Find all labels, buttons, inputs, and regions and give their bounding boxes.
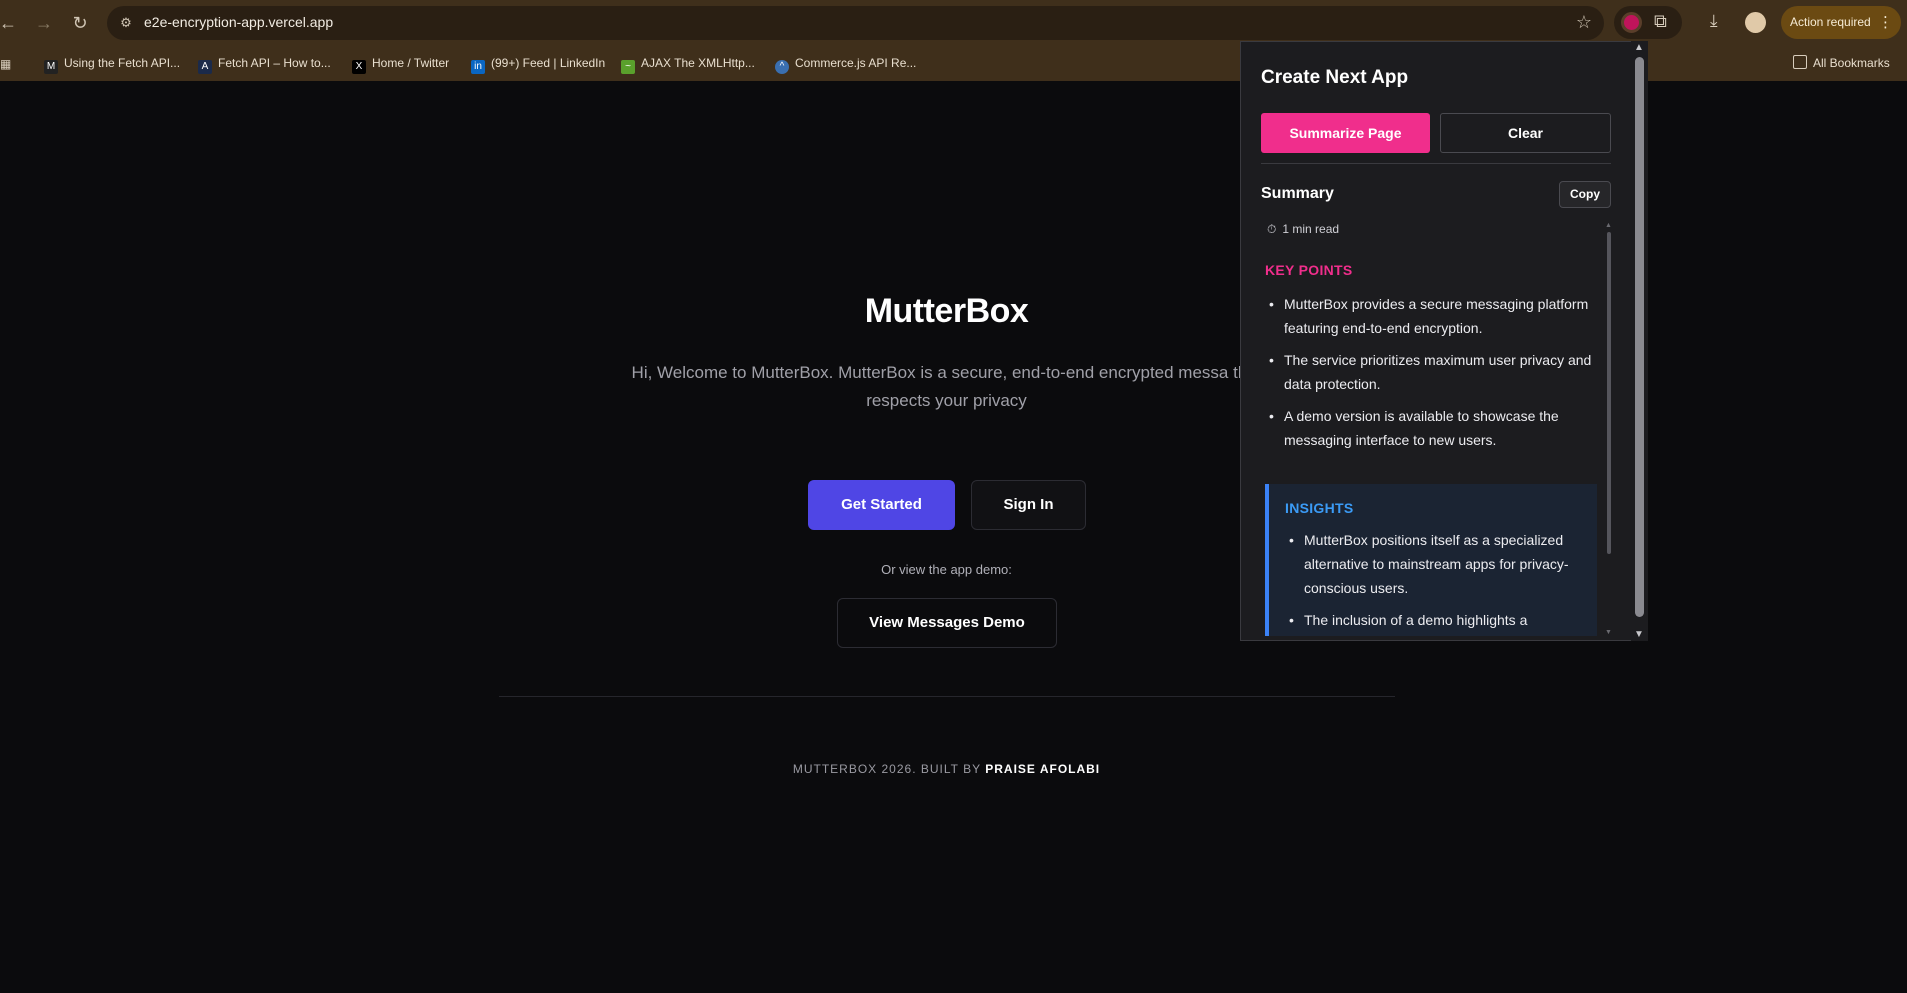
profile-avatar-icon[interactable]: [1745, 12, 1766, 33]
page-footer: MUTTERBOX 2026. BUILT BY PRAISE AFOLABI: [0, 762, 1893, 776]
commercejs-favicon-icon: ^: [775, 60, 789, 74]
sign-in-button[interactable]: Sign In: [971, 480, 1086, 530]
popup-scroll-thumb[interactable]: [1635, 57, 1644, 617]
bookmark-item[interactable]: in (99+) Feed | LinkedIn: [471, 54, 606, 74]
bookmark-label: Commerce.js API Re...: [795, 56, 917, 70]
get-started-button[interactable]: Get Started: [808, 480, 955, 530]
list-item: The service prioritizes maximum user pri…: [1265, 348, 1595, 396]
mdn-favicon-icon: M: [44, 60, 58, 74]
popup-title: Create Next App: [1261, 67, 1409, 88]
summary-scroll-thumb[interactable]: [1607, 232, 1611, 554]
footer-author: PRAISE AFOLABI: [985, 762, 1101, 776]
list-item: The inclusion of a demo highlights a: [1285, 608, 1595, 632]
bookmark-label: Home / Twitter: [372, 56, 450, 70]
freecodecamp-favicon-icon: A: [198, 60, 212, 74]
folder-icon: [1793, 55, 1807, 69]
scroll-up-icon[interactable]: ▲: [1605, 222, 1612, 229]
bookmark-label: Fetch API – How to...: [218, 56, 331, 70]
reload-icon[interactable]: ↻: [68, 11, 92, 35]
bookmark-star-icon[interactable]: ☆: [1576, 12, 1592, 33]
extensions-puzzle-icon[interactable]: ⧉: [1654, 11, 1667, 32]
key-points-list: MutterBox provides a secure messaging pl…: [1265, 292, 1595, 460]
bookmark-item[interactable]: A Fetch API – How to...: [198, 54, 331, 74]
insights-heading: INSIGHTS: [1285, 500, 1354, 516]
footer-text: MUTTERBOX 2026. BUILT BY: [792, 762, 981, 776]
list-item: A demo version is available to showcase …: [1265, 404, 1595, 452]
summarize-page-button[interactable]: Summarize Page: [1261, 113, 1430, 153]
read-time-text: 1 min read: [1282, 222, 1340, 236]
bookmark-label: AJAX The XMLHttp...: [641, 56, 755, 70]
summary-scrollbar[interactable]: ▲ ▼: [1604, 222, 1614, 636]
insights-box: INSIGHTS MutterBox positions itself as a…: [1265, 484, 1597, 636]
extensions-pill: ⧉: [1614, 6, 1682, 39]
twitter-x-favicon-icon: X: [352, 60, 366, 74]
copy-button[interactable]: Copy: [1559, 181, 1611, 208]
site-settings-icon[interactable]: ⚙: [117, 14, 135, 32]
stopwatch-icon: ⏱: [1267, 222, 1277, 236]
popup-scrollbar[interactable]: ▲ ▼: [1631, 41, 1648, 641]
summary-content[interactable]: ⏱ 1 min read KEY POINTS MutterBox provide…: [1261, 222, 1605, 636]
clear-button[interactable]: Clear: [1440, 113, 1611, 153]
read-time: ⏱ 1 min read: [1267, 222, 1339, 237]
page-subtitle: Hi, Welcome to MutterBox. MutterBox is a…: [631, 363, 1262, 410]
address-bar[interactable]: ⚙ e2e-encryption-app.vercel.app ☆: [107, 6, 1604, 40]
all-bookmarks-label: All Bookmarks: [1813, 56, 1890, 70]
popup-divider: [1261, 163, 1611, 164]
download-icon[interactable]: ⤓: [1710, 11, 1718, 31]
bookmark-item[interactable]: ^ Commerce.js API Re...: [775, 54, 917, 74]
back-arrow-icon[interactable]: ←: [0, 11, 20, 35]
scroll-down-icon[interactable]: ▼: [1605, 629, 1612, 636]
forward-arrow-icon[interactable]: →: [32, 11, 56, 35]
scroll-down-icon[interactable]: ▼: [1634, 629, 1644, 640]
extension-record-icon[interactable]: [1621, 12, 1642, 33]
linkedin-favicon-icon: in: [471, 60, 485, 74]
menu-dots-icon[interactable]: ⋮: [1878, 6, 1893, 39]
all-bookmarks-button[interactable]: All Bookmarks: [1793, 54, 1890, 72]
bookmark-label: (99+) Feed | LinkedIn: [491, 56, 606, 70]
ajax-favicon-icon: ~: [621, 60, 635, 74]
action-required-label: Action required: [1790, 15, 1871, 29]
scroll-up-icon[interactable]: ▲: [1634, 42, 1644, 53]
key-points-heading: KEY POINTS: [1265, 262, 1353, 278]
bookmark-label: Using the Fetch API...: [64, 56, 181, 70]
bookmark-item[interactable]: ~ AJAX The XMLHttp...: [621, 54, 755, 74]
action-required-button[interactable]: Action required ⋮: [1781, 6, 1901, 39]
list-item: MutterBox positions itself as a speciali…: [1285, 528, 1595, 600]
extension-popup: Create Next App Summarize Page Clear Sum…: [1240, 41, 1648, 641]
apps-grid-icon[interactable]: ▦: [0, 57, 14, 71]
bookmark-item[interactable]: X Home / Twitter: [352, 54, 450, 74]
view-messages-demo-button[interactable]: View Messages Demo: [837, 598, 1057, 648]
insights-list: MutterBox positions itself as a speciali…: [1285, 528, 1595, 636]
bookmark-item[interactable]: M Using the Fetch API...: [44, 54, 181, 74]
list-item: MutterBox provides a secure messaging pl…: [1265, 292, 1595, 340]
footer-divider: [499, 696, 1395, 697]
url-text[interactable]: e2e-encryption-app.vercel.app: [144, 14, 333, 30]
browser-toolbar: ← → ↻ ⚙ e2e-encryption-app.vercel.app ☆ …: [0, 0, 1907, 45]
summary-heading: Summary: [1261, 185, 1334, 202]
